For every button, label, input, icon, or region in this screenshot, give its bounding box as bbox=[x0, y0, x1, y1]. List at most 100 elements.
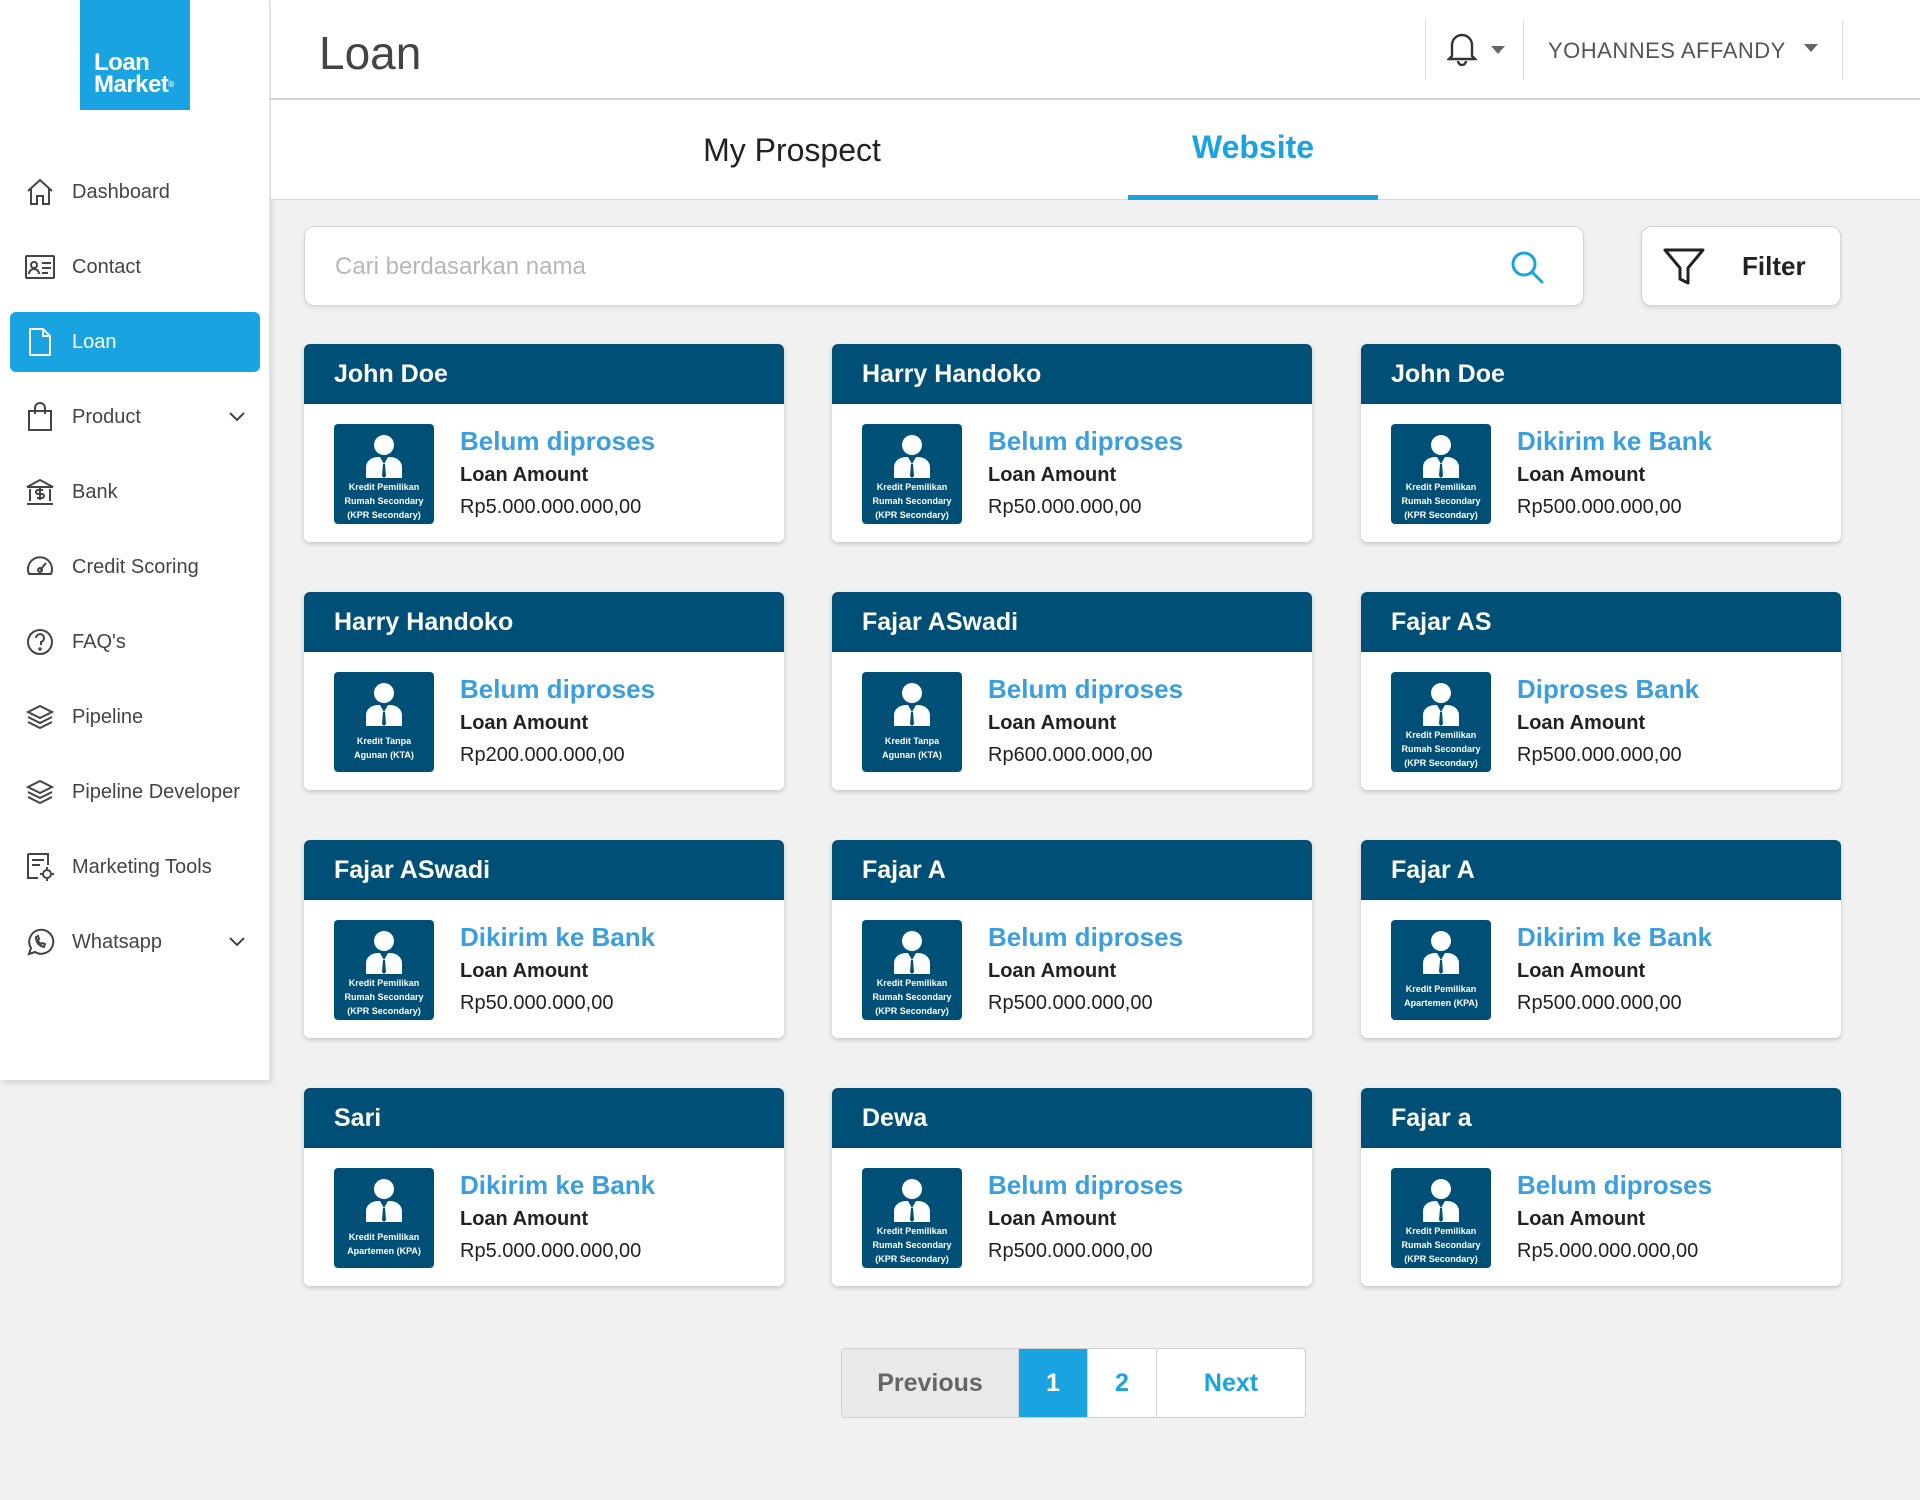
loan-product-thumbnail: Kredit Pemilikan Rumah Secondary (KPR Seco… bbox=[334, 424, 434, 524]
pagination-next-button[interactable]: Next bbox=[1157, 1349, 1305, 1417]
person-icon bbox=[892, 682, 932, 731]
loan-status: Belum diproses bbox=[1517, 1170, 1713, 1200]
product-label-line: Kredit Pemilikan bbox=[876, 1226, 948, 1236]
product-label-line: Kredit Tanpa bbox=[356, 736, 412, 746]
card-customer-name: Sari bbox=[304, 1088, 784, 1148]
product-label: Kredit Pemilikan Apartemen (KPA) bbox=[1393, 982, 1489, 1010]
loan-card[interactable]: Fajar a Kredit Pemilikan Rumah Secondary (K… bbox=[1361, 1088, 1841, 1286]
card-customer-name: Harry Handoko bbox=[832, 344, 1312, 404]
search-input[interactable] bbox=[335, 247, 1485, 287]
pagination: Previous 1 2 Next bbox=[841, 1348, 1306, 1418]
sidebar-item-marketing-tools[interactable]: Marketing Tools bbox=[10, 837, 260, 897]
card-body: Kredit Pemilikan Apartemen (KPA) Dikirim k… bbox=[1361, 900, 1841, 1038]
tab-my-prospect[interactable]: My Prospect bbox=[667, 100, 917, 200]
sidebar-item-label: Contact bbox=[72, 255, 141, 278]
loan-amount-label: Loan Amount bbox=[1517, 464, 1646, 486]
sidebar-item-loan[interactable]: Loan bbox=[10, 312, 260, 372]
sidebar-item-bank[interactable]: Bank bbox=[10, 462, 260, 522]
loan-card[interactable]: Fajar ASwadi Kredit Tanpa Agunan (KTA) Belu… bbox=[832, 592, 1312, 790]
product-label-line: Apartemen (KPA) bbox=[1404, 998, 1478, 1008]
product-label-line: Rumah Secondary bbox=[1401, 744, 1481, 754]
chevron-down-icon[interactable] bbox=[226, 930, 248, 958]
notification-bell-icon[interactable] bbox=[1446, 30, 1478, 71]
loan-card[interactable]: John Doe Kredit Pemilikan Rumah Secondary (… bbox=[1361, 344, 1841, 542]
chevron-down-icon[interactable] bbox=[226, 405, 248, 433]
notification-dropdown-caret-icon[interactable] bbox=[1491, 46, 1505, 54]
card-customer-name: John Doe bbox=[1361, 344, 1841, 404]
loan-amount-label: Loan Amount bbox=[988, 712, 1117, 734]
pagination-previous-button[interactable]: Previous bbox=[842, 1349, 1019, 1417]
funnel-icon bbox=[1662, 247, 1706, 292]
loan-card[interactable]: Fajar A Kredit Pemilikan Apartemen (KPA) Di… bbox=[1361, 840, 1841, 1038]
person-icon bbox=[1421, 930, 1461, 979]
sidebar-item-label: Marketing Tools bbox=[72, 855, 212, 878]
loan-card[interactable]: Sari Kredit Pemilikan Apartemen (KPA) Dikir… bbox=[304, 1088, 784, 1286]
loan-status: Belum diproses bbox=[460, 426, 656, 456]
product-label-line: Rumah Secondary bbox=[872, 496, 952, 506]
loan-card[interactable]: Dewa Kredit Pemilikan Rumah Secondary (KPR … bbox=[832, 1088, 1312, 1286]
loan-product-thumbnail: Kredit Pemilikan Rumah Secondary (KPR Seco… bbox=[1391, 1168, 1491, 1268]
user-menu-caret-icon[interactable] bbox=[1804, 44, 1818, 52]
loan-card[interactable]: Fajar ASwadi Kredit Pemilikan Rumah Second… bbox=[304, 840, 784, 1038]
loan-status: Dikirim ke Bank bbox=[1517, 426, 1713, 456]
card-body: Kredit Pemilikan Rumah Secondary (KPR Seco… bbox=[832, 900, 1312, 1038]
loan-card[interactable]: John Doe Kredit Pemilikan Rumah Secondary (… bbox=[304, 344, 784, 542]
product-label: Kredit Pemilikan Rumah Secondary (KPR Seco… bbox=[864, 1224, 960, 1266]
sidebar-item-contact[interactable]: Contact bbox=[10, 237, 260, 297]
sidebar-item-label: Dashboard bbox=[72, 180, 170, 203]
person-icon bbox=[892, 930, 932, 979]
loan-amount-value: Rp200.000.000,00 bbox=[460, 744, 625, 766]
loan-card[interactable]: Harry Handoko Kredit Pemilikan Rumah Secon… bbox=[832, 344, 1312, 542]
loan-card[interactable]: Fajar AS Kredit Pemilikan Rumah Secondary (… bbox=[1361, 592, 1841, 790]
sidebar-item-whatsapp[interactable]: Whatsapp bbox=[10, 912, 260, 972]
person-icon bbox=[892, 1178, 932, 1227]
card-customer-name: Dewa bbox=[832, 1088, 1312, 1148]
pagination-page-1-button[interactable]: 1 bbox=[1019, 1349, 1088, 1417]
settings-doc-icon bbox=[24, 851, 56, 883]
sidebar-item-product[interactable]: Product bbox=[10, 387, 260, 447]
loan-amount-label: Loan Amount bbox=[1517, 960, 1646, 982]
card-body: Kredit Pemilikan Rumah Secondary (KPR Seco… bbox=[1361, 1148, 1841, 1286]
contact-card-icon bbox=[24, 251, 56, 283]
loan-amount-label: Loan Amount bbox=[460, 464, 589, 486]
product-label-line: (KPR Secondary) bbox=[875, 1006, 949, 1016]
header-divider bbox=[1523, 20, 1524, 80]
search-icon[interactable] bbox=[1509, 249, 1545, 290]
sidebar-item-credit-scoring[interactable]: Credit Scoring bbox=[10, 537, 260, 597]
filter-button[interactable]: Filter bbox=[1641, 226, 1841, 306]
sidebar-item-dashboard[interactable]: Dashboard bbox=[10, 162, 260, 222]
sidebar-item-pipeline-developer[interactable]: Pipeline Developer bbox=[10, 762, 260, 822]
person-icon bbox=[364, 1178, 404, 1227]
sidebar-item-pipeline[interactable]: Pipeline bbox=[10, 687, 260, 747]
card-body: Kredit Pemilikan Apartemen (KPA) Dikirim k… bbox=[304, 1148, 784, 1286]
user-menu-name[interactable]: YOHANNES AFFANDY bbox=[1548, 38, 1786, 64]
product-label-line: Rumah Secondary bbox=[1401, 496, 1481, 506]
person-icon bbox=[1421, 682, 1461, 731]
loan-product-thumbnail: Kredit Pemilikan Rumah Secondary (KPR Seco… bbox=[862, 1168, 962, 1268]
tab-website[interactable]: Website bbox=[1128, 100, 1378, 200]
loan-product-thumbnail: Kredit Tanpa Agunan (KTA) bbox=[862, 672, 962, 772]
pagination-page-2-button[interactable]: 2 bbox=[1088, 1349, 1157, 1417]
loan-amount-label: Loan Amount bbox=[988, 464, 1117, 486]
search-box bbox=[304, 226, 1584, 306]
product-label-line: Rumah Secondary bbox=[872, 992, 952, 1002]
loan-market-logo[interactable]: Loan Market® bbox=[80, 0, 190, 110]
shopping-bag-icon bbox=[24, 401, 56, 433]
loan-product-thumbnail: Kredit Pemilikan Rumah Secondary (KPR Seco… bbox=[862, 920, 962, 1020]
product-label-line: Rumah Secondary bbox=[344, 496, 424, 506]
product-label-line: Agunan (KTA) bbox=[882, 750, 942, 760]
product-label-line: (KPR Secondary) bbox=[1404, 510, 1478, 520]
loan-card[interactable]: Fajar A Kredit Pemilikan Rumah Secondary (K… bbox=[832, 840, 1312, 1038]
loan-product-thumbnail: Kredit Pemilikan Apartemen (KPA) bbox=[1391, 920, 1491, 1020]
loan-status: Dikirim ke Bank bbox=[460, 922, 656, 952]
card-body: Kredit Pemilikan Rumah Secondary (KPR Seco… bbox=[832, 1148, 1312, 1286]
card-body: Kredit Pemilikan Rumah Secondary (KPR Seco… bbox=[304, 404, 784, 542]
sidebar-item-faq-s[interactable]: FAQ's bbox=[10, 612, 260, 672]
gauge-icon bbox=[24, 551, 56, 583]
product-label: Kredit Pemilikan Rumah Secondary (KPR Seco… bbox=[864, 480, 960, 522]
loan-product-thumbnail: Kredit Pemilikan Rumah Secondary (KPR Seco… bbox=[1391, 424, 1491, 524]
loan-card[interactable]: Harry Handoko Kredit Tanpa Agunan (KTA) Bel… bbox=[304, 592, 784, 790]
card-customer-name: Fajar ASwadi bbox=[832, 592, 1312, 652]
product-label-line: Rumah Secondary bbox=[1401, 1240, 1481, 1250]
loan-amount-label: Loan Amount bbox=[460, 1208, 589, 1230]
